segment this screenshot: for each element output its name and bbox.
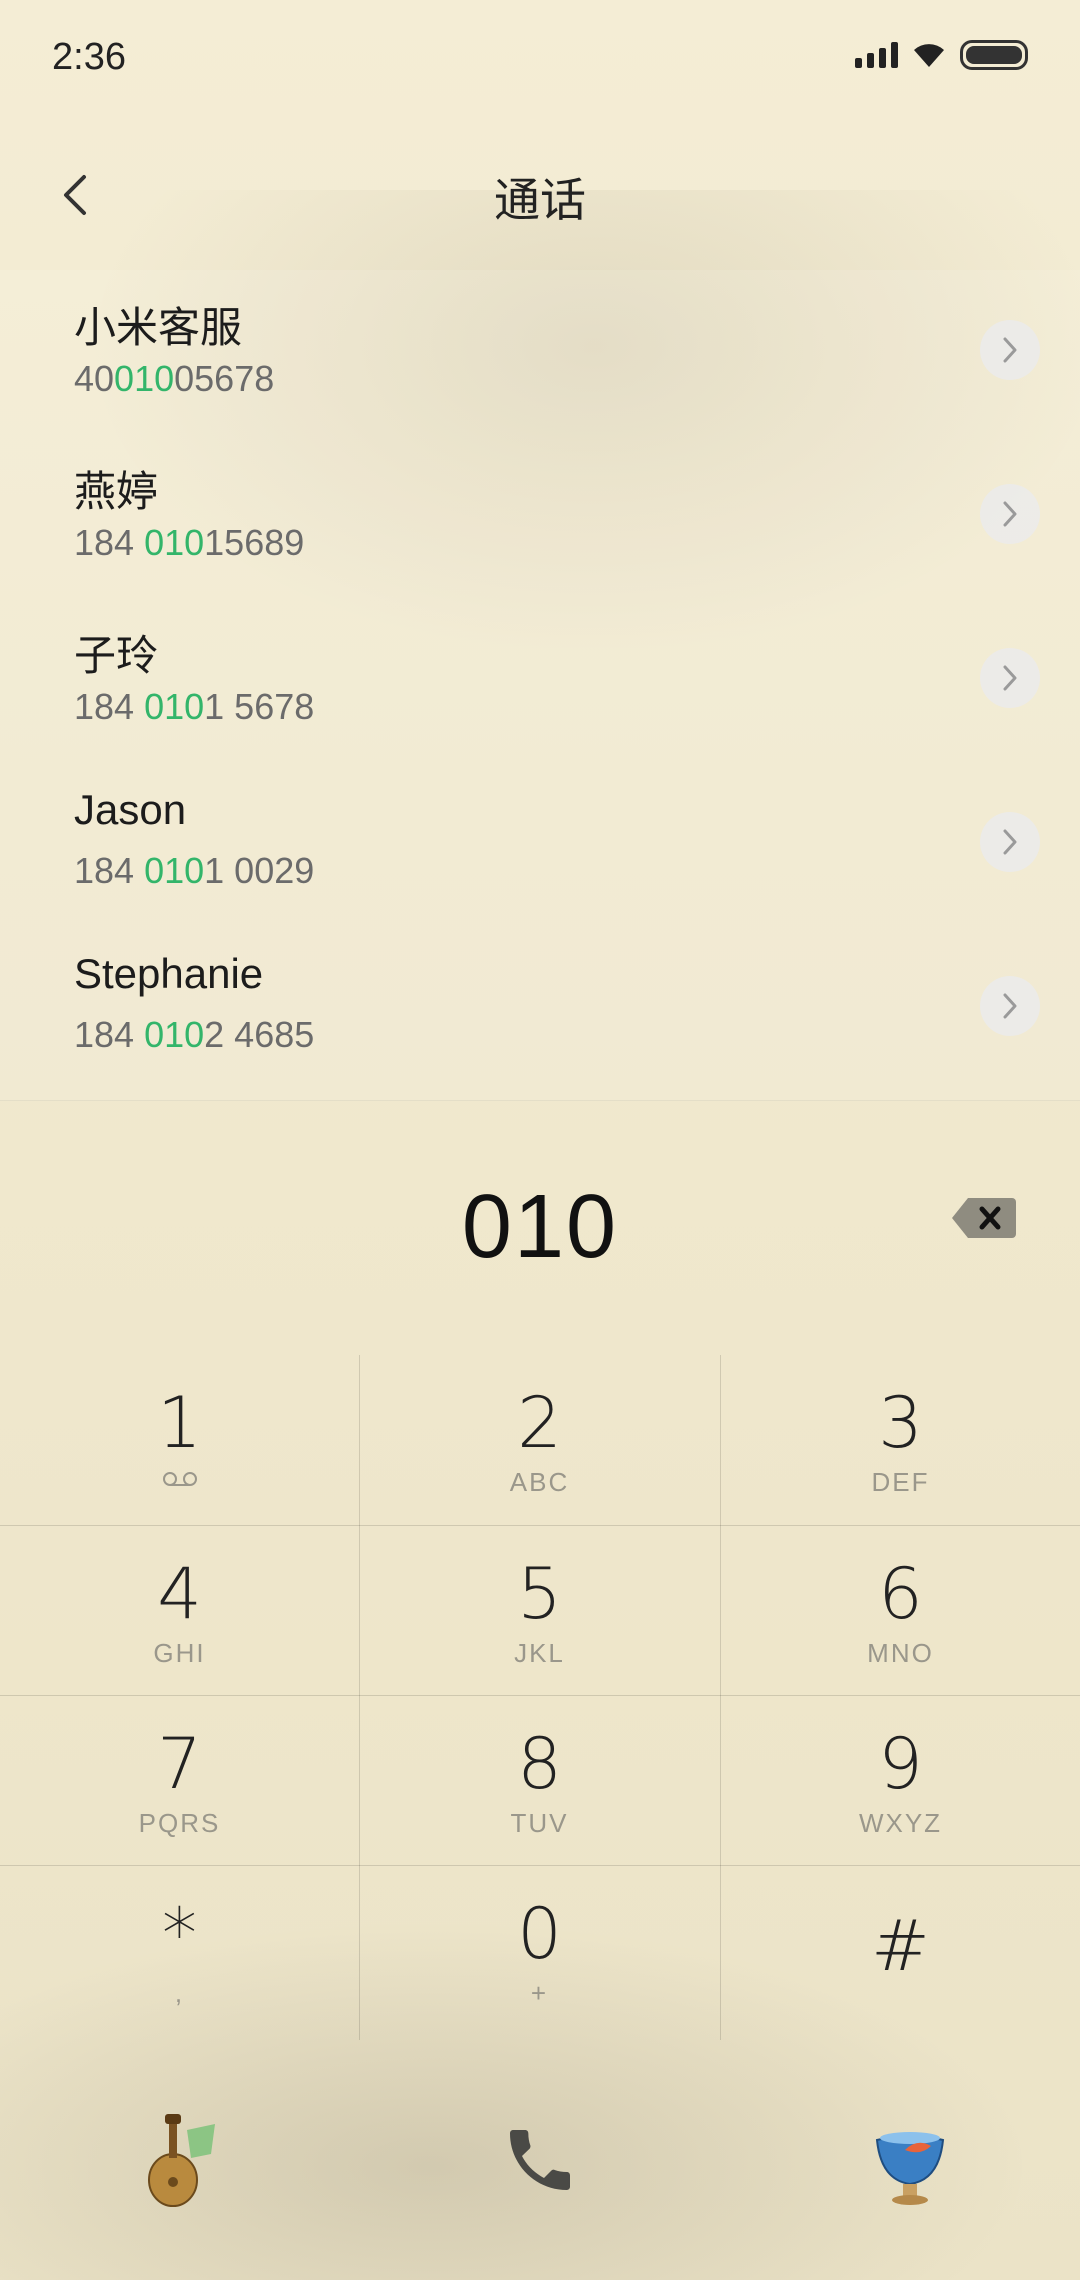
fish-bowl-icon (875, 2132, 945, 2205)
key-2[interactable]: 2 ABC (360, 1355, 719, 1525)
contact-number: 184 0101 0029 (74, 850, 315, 891)
key-3[interactable]: 3 DEF (721, 1355, 1080, 1525)
contact-number: 184 0102 4685 (74, 1014, 315, 1055)
contact-name: 燕婷 (74, 468, 159, 515)
contact-detail-button[interactable] (980, 320, 1040, 380)
key-5[interactable]: 5 JKL (360, 1526, 719, 1696)
chevron-right-icon (1003, 993, 1017, 1019)
chevron-right-icon (1003, 337, 1017, 363)
pipa-instrument-icon (148, 2114, 215, 2207)
key-9[interactable]: 9 WXYZ (721, 1696, 1080, 1866)
key-1[interactable]: 1 (0, 1355, 359, 1525)
key-star[interactable]: * , (0, 1866, 359, 2036)
contact-results-list: 小米客服 4001005678 燕婷 184 01015689 子玲 184 0… (0, 270, 1080, 1101)
contact-name: 小米客服 (74, 304, 243, 351)
status-time: 2:36 (52, 36, 126, 78)
battery-icon (960, 40, 1028, 70)
contact-name: 子玲 (74, 632, 159, 679)
signal-icon (855, 42, 898, 68)
status-icons (855, 40, 1028, 70)
contact-detail-button[interactable] (980, 484, 1040, 544)
delete-button[interactable] (950, 1196, 1018, 1240)
page-title: 通话 (494, 174, 586, 226)
contact-number: 4001005678 (74, 358, 275, 399)
contact-row[interactable]: Jason 184 0101 0029 (0, 762, 1080, 926)
chevron-right-icon (1003, 501, 1017, 527)
theme-left-button[interactable] (120, 2100, 240, 2220)
key-hash[interactable]: # (721, 1866, 1080, 2036)
call-button[interactable] (480, 2100, 600, 2220)
theme-right-button[interactable] (850, 2100, 970, 2220)
voicemail-icon (162, 1472, 197, 1486)
backspace-icon (952, 1198, 1016, 1238)
dial-keypad: 1 2 ABC 3 DEF 4 GHI 5 JKL 6 MNO 7 PQRS 8… (0, 1355, 1080, 2040)
key-8[interactable]: 8 TUV (360, 1696, 719, 1866)
header: 通话 (0, 140, 1080, 250)
contact-detail-button[interactable] (980, 976, 1040, 1036)
dialed-number[interactable]: 010 (0, 1176, 1080, 1279)
contact-number: 184 01015689 (74, 522, 305, 563)
contact-number: 184 0101 5678 (74, 686, 315, 727)
contact-row[interactable]: Stephanie 184 0102 4685 (0, 926, 1080, 1090)
contact-name: Jason (74, 786, 187, 833)
phone-call-icon (510, 2130, 570, 2190)
key-7[interactable]: 7 PQRS (0, 1696, 359, 1866)
contact-name: Stephanie (74, 950, 264, 997)
chevron-right-icon (1003, 665, 1017, 691)
contact-detail-button[interactable] (980, 648, 1040, 708)
key-0[interactable]: 0 + (360, 1866, 719, 2036)
chevron-right-icon (1003, 829, 1017, 855)
dial-display: 010 (0, 1130, 1080, 1320)
contact-row[interactable]: 燕婷 184 01015689 (0, 434, 1080, 598)
key-6[interactable]: 6 MNO (721, 1526, 1080, 1696)
contact-row[interactable]: 子玲 184 0101 5678 (0, 598, 1080, 762)
wifi-icon (914, 44, 944, 67)
status-bar: 2:36 (0, 0, 1080, 120)
contact-detail-button[interactable] (980, 812, 1040, 872)
key-4[interactable]: 4 GHI (0, 1526, 359, 1696)
bottom-action-bar (0, 2080, 1080, 2260)
contact-row[interactable]: 小米客服 4001005678 (0, 270, 1080, 434)
